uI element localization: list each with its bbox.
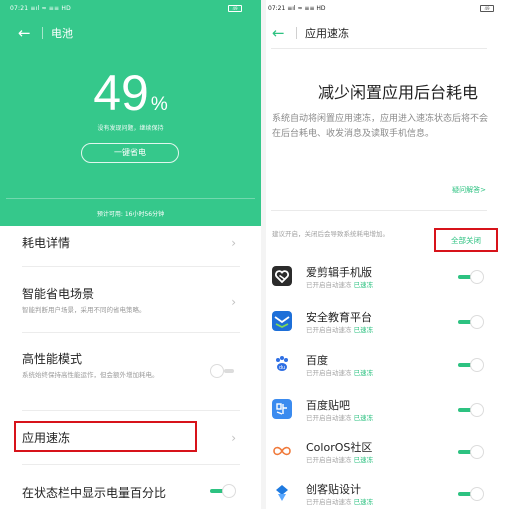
app-status: 已开启自动速冻 已速冻 [306, 456, 374, 464]
freeze-hint: 建议开启，关闭后会导致系统耗电增加。 [272, 230, 389, 238]
baidu-paw-icon: du [272, 354, 292, 374]
divider [22, 266, 240, 267]
app-freeze-toggle[interactable] [458, 403, 484, 417]
page-title: 应用速冻 [305, 27, 349, 40]
app-freeze-toggle[interactable] [458, 445, 484, 459]
page-title: 电池 [51, 27, 73, 40]
app-row-aijianji: 爱剪辑手机版 已开启自动速冻 已速冻 [268, 262, 488, 292]
app-status: 已开启自动速冻 已速冻 [306, 414, 374, 422]
status-signal: ≡ıl ≈ ≡≡ HD [30, 5, 71, 12]
menu-item-title: 耗电详情 [22, 236, 71, 250]
menu-item-title: 高性能模式 [22, 352, 83, 366]
app-row-chuangketie: 创客贴设计 已开启自动速冻 已速冻 [268, 479, 488, 509]
divider [271, 210, 487, 211]
menu-item-title: 智能省电场景 [22, 287, 95, 301]
back-arrow-icon[interactable]: ← [18, 24, 38, 42]
left-nav-bar: ← 电池 [18, 24, 73, 42]
one-click-save-button[interactable]: 一键省电 [81, 143, 179, 163]
app-freeze-toggle[interactable] [458, 358, 484, 372]
app-name: 百度贴吧 [306, 399, 350, 412]
battery-screen: 07:21 ≡ıl ≈ ≡≡ HD 49 ← 电池 49% 没有发现问题，继续保… [0, 0, 261, 509]
high-performance-toggle[interactable] [210, 364, 236, 378]
status-time: 07:21 [268, 5, 286, 12]
menu-item-title: 在状态栏中显示电量百分比 [22, 486, 167, 500]
nav-divider [296, 27, 297, 39]
freeze-headline: 减少闲置应用后台耗电 [317, 83, 478, 102]
app-status: 已开启自动速冻 已速冻 [306, 281, 374, 289]
chevron-right-icon: › [231, 236, 236, 250]
menu-item-smart-saving[interactable]: 智能省电场景 智能判断用户场景，采用不同的省电策略。 › [22, 285, 240, 319]
app-freeze-toggle[interactable] [458, 315, 484, 329]
status-signal: ≡ıl ≈ ≡≡ HD [287, 5, 326, 12]
status-time: 07:21 [10, 5, 29, 12]
status-bar: 07:21 ≡ıl ≈ ≡≡ HD [268, 5, 326, 12]
app-name: 安全教育平台 [306, 311, 372, 324]
app-freeze-toggle[interactable] [458, 270, 484, 284]
menu-item-subtitle: 系统始终保持高性能运作，但会额外增加耗电。 [22, 371, 159, 379]
battery-status-icon: 49 [228, 5, 242, 12]
highlight-box [14, 421, 197, 452]
app-row-baidu: du 百度 已开启自动速冻 已速冻 [268, 350, 488, 380]
app-freeze-screen [266, 0, 530, 509]
divider [22, 332, 240, 333]
app-name: 爱剪辑手机版 [306, 266, 372, 279]
app-name: 百度 [306, 354, 328, 367]
chevron-right-icon: › [231, 295, 236, 309]
infinity-icon [272, 441, 292, 461]
app-row-tieba: 百度贴吧 已开启自动速冻 已速冻 [268, 395, 488, 425]
divider [271, 48, 487, 49]
back-arrow-icon[interactable]: ← [272, 24, 292, 42]
svg-text:du: du [279, 365, 285, 371]
app-name: 创客贴设计 [306, 483, 361, 496]
menu-item-show-percentage: 在状态栏中显示电量百分比 [22, 484, 240, 504]
divider [22, 410, 240, 411]
battery-estimate: 预计可用: 16小时56分钟 [96, 211, 165, 218]
freeze-description: 系统自动将闲置应用速冻，应用进入速冻状态后将不会在后台耗电、收发消息及读取手机信… [272, 114, 489, 139]
ck-icon [272, 483, 292, 503]
education-icon [272, 311, 292, 331]
battery-status-text: 没有发现问题，继续保持 [97, 125, 164, 132]
hero-divider [6, 198, 255, 199]
status-bar: 07:21 ≡ıl ≈ ≡≡ HD [10, 5, 71, 12]
app-freeze-toggle[interactable] [458, 487, 484, 501]
menu-item-high-performance: 高性能模式 系统始终保持高性能运作，但会额外增加耗电。 [22, 350, 240, 394]
tieba-icon [272, 399, 292, 419]
app-status: 已开启自动速冻 已速冻 [306, 369, 374, 377]
battery-hero: 07:21 ≡ıl ≈ ≡≡ HD 49 ← 电池 49% 没有发现问题，继续保… [0, 0, 261, 226]
nav-divider [42, 27, 43, 39]
menu-item-subtitle: 智能判断用户场景，采用不同的省电策略。 [22, 306, 146, 314]
chevron-right-icon: › [231, 431, 236, 445]
heart-clip-icon [272, 266, 292, 286]
faq-link[interactable]: 疑问解答> [420, 185, 486, 195]
app-status: 已开启自动速冻 已速冻 [306, 498, 374, 506]
divider [22, 464, 240, 465]
menu-item-usage-details[interactable]: 耗电详情 › [22, 232, 240, 254]
close-all-button[interactable]: 全部关闭 [434, 228, 498, 252]
app-name: ColorOS社区 [306, 441, 373, 454]
right-nav-bar: ← 应用速冻 [272, 24, 349, 42]
app-status: 已开启自动速冻 已速冻 [306, 326, 374, 334]
battery-status-icon: 49 [480, 5, 494, 12]
app-row-safety-education: 安全教育平台 已开启自动速冻 已速冻 [268, 307, 488, 337]
app-row-coloros: ColorOS社区 已开启自动速冻 已速冻 [268, 437, 488, 467]
show-percentage-toggle[interactable] [210, 484, 236, 498]
